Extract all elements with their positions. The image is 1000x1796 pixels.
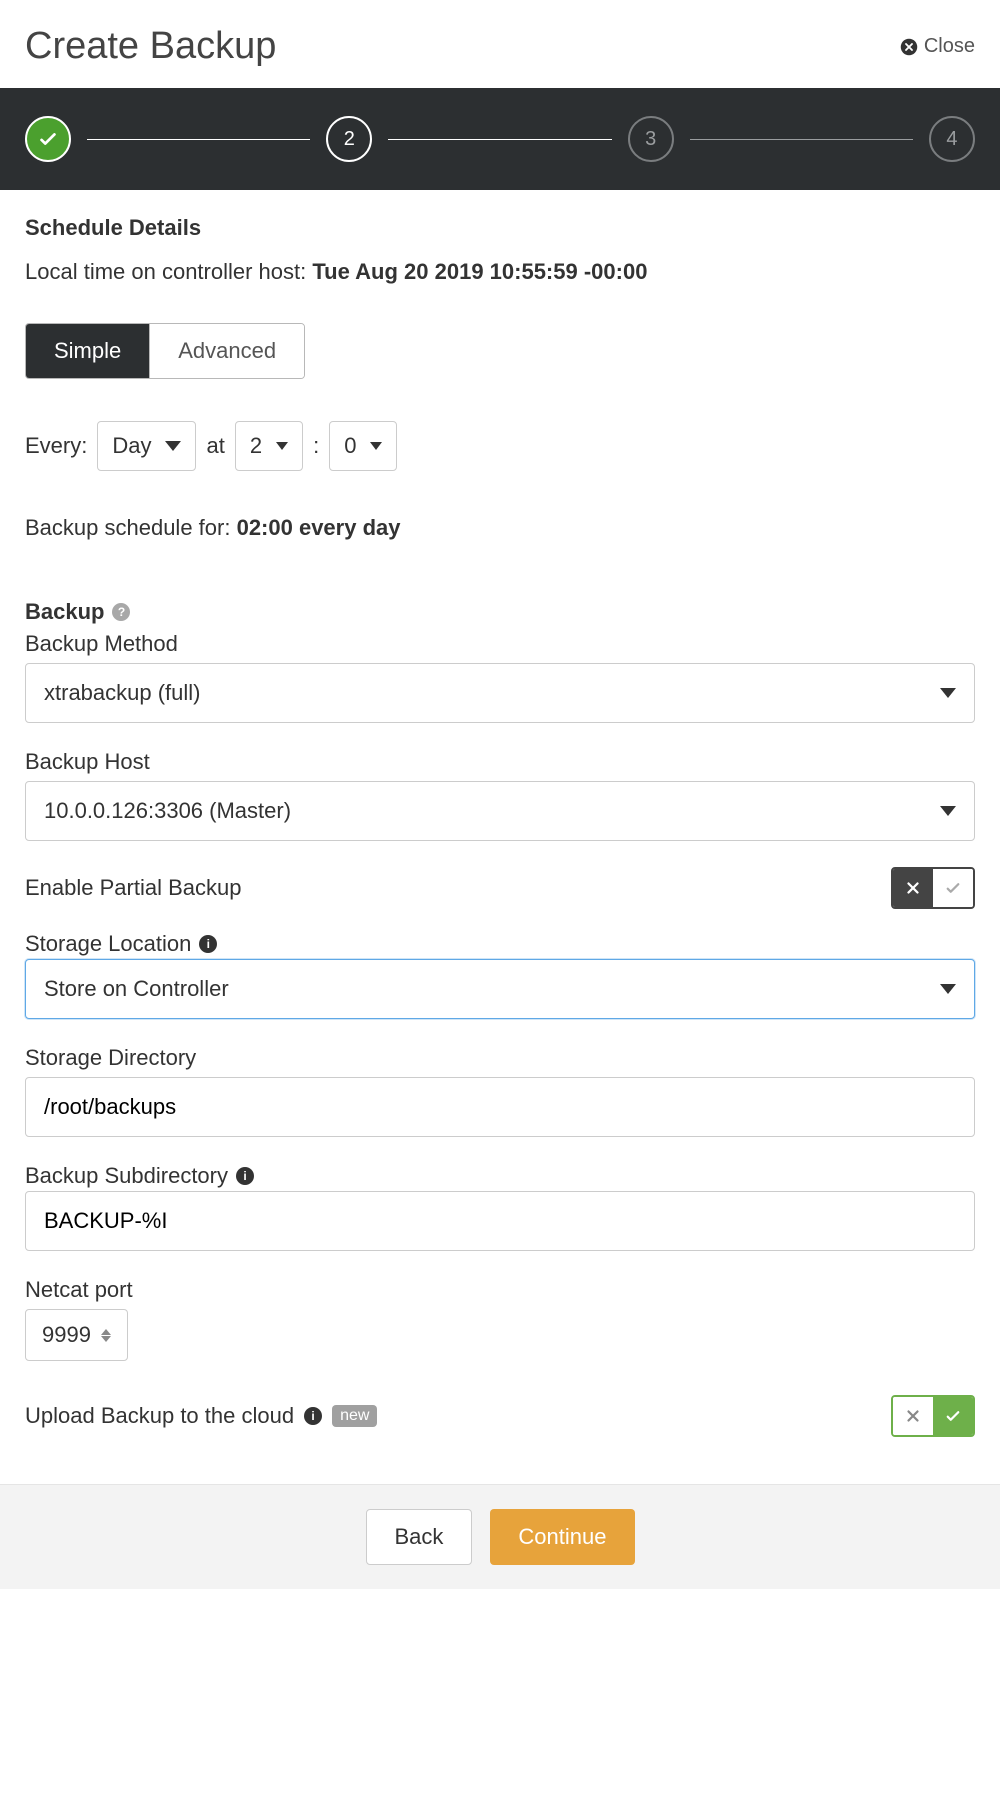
netcat-port-input[interactable]: 9999 (25, 1309, 128, 1361)
back-button[interactable]: Back (366, 1509, 473, 1565)
check-icon (944, 879, 962, 897)
field-backup-subdirectory: Backup Subdirectory i (25, 1163, 975, 1251)
backup-subdirectory-input[interactable] (25, 1191, 975, 1251)
info-icon[interactable]: i (304, 1407, 322, 1425)
backup-method-select[interactable]: xtrabackup (full) (25, 663, 975, 723)
step-line (87, 139, 310, 140)
field-backup-method: Backup Method xtrabackup (full) (25, 631, 975, 723)
backup-host-label: Backup Host (25, 749, 975, 775)
backup-method-value: xtrabackup (full) (44, 680, 201, 706)
chevron-down-icon (370, 442, 382, 450)
hour-value: 2 (250, 433, 262, 459)
step-3[interactable]: 3 (628, 116, 674, 162)
footer: Back Continue (0, 1484, 1000, 1589)
info-icon[interactable]: i (199, 935, 217, 953)
storage-location-select[interactable]: Store on Controller (25, 959, 975, 1019)
hour-select[interactable]: 2 (235, 421, 303, 471)
help-icon[interactable]: ? (112, 603, 130, 621)
chevron-down-icon (101, 1336, 111, 1342)
step-4[interactable]: 4 (929, 116, 975, 162)
section-title-schedule: Schedule Details (25, 215, 975, 241)
localtime-label: Local time on controller host: (25, 259, 312, 284)
chevron-down-icon (276, 442, 288, 450)
tab-simple[interactable]: Simple (26, 324, 149, 378)
toggle-off[interactable] (893, 869, 933, 907)
chevron-down-icon (940, 806, 956, 816)
upload-cloud-row: Upload Backup to the cloud i new (25, 1395, 975, 1437)
upload-cloud-toggle[interactable] (891, 1395, 975, 1437)
toggle-on[interactable] (933, 869, 973, 907)
content: Schedule Details Local time on controlle… (0, 190, 1000, 1484)
schedule-row: Every: Day at 2 : 0 (25, 421, 975, 471)
schedule-summary-label: Backup schedule for: (25, 515, 237, 540)
backup-subhead: Backup ? (25, 599, 975, 625)
continue-button[interactable]: Continue (490, 1509, 634, 1565)
at-label: at (206, 433, 224, 459)
field-storage-location: Storage Location i Store on Controller (25, 931, 975, 1019)
field-netcat-port: Netcat port 9999 (25, 1277, 975, 1361)
close-label: Close (924, 35, 975, 58)
partial-backup-label: Enable Partial Backup (25, 875, 241, 901)
backup-host-select[interactable]: 10.0.0.126:3306 (Master) (25, 781, 975, 841)
upload-cloud-label: Upload Backup to the cloud (25, 1403, 294, 1429)
backup-title: Backup (25, 599, 104, 625)
field-storage-directory: Storage Directory (25, 1045, 975, 1137)
page-title: Create Backup (25, 25, 276, 68)
localtime: Local time on controller host: Tue Aug 2… (25, 259, 975, 285)
wizard-stepper: 2 3 4 (0, 88, 1000, 190)
minute-select[interactable]: 0 (329, 421, 397, 471)
schedule-summary: Backup schedule for: 02:00 every day (25, 515, 975, 541)
close-button[interactable]: Close (900, 35, 975, 58)
backup-host-value: 10.0.0.126:3306 (Master) (44, 798, 291, 824)
storage-location-value: Store on Controller (44, 976, 229, 1002)
every-select[interactable]: Day (97, 421, 196, 471)
x-icon (904, 879, 922, 897)
backup-method-label: Backup Method (25, 631, 975, 657)
step-1[interactable] (25, 116, 71, 162)
schedule-summary-value: 02:00 every day (237, 515, 401, 540)
toggle-on[interactable] (933, 1397, 973, 1435)
partial-backup-toggle[interactable] (891, 867, 975, 909)
localtime-value: Tue Aug 20 2019 10:55:59 -00:00 (312, 259, 647, 284)
storage-directory-label: Storage Directory (25, 1045, 975, 1071)
step-line (690, 139, 913, 140)
field-backup-host: Backup Host 10.0.0.126:3306 (Master) (25, 749, 975, 841)
storage-directory-input[interactable] (25, 1077, 975, 1137)
netcat-port-label: Netcat port (25, 1277, 975, 1303)
backup-subdirectory-label: Backup Subdirectory (25, 1163, 228, 1189)
chevron-down-icon (940, 984, 956, 994)
chevron-up-icon (101, 1329, 111, 1335)
every-label: Every: (25, 433, 87, 459)
chevron-down-icon (940, 688, 956, 698)
chevron-down-icon (165, 441, 181, 451)
partial-backup-row: Enable Partial Backup (25, 867, 975, 909)
stepper-arrows[interactable] (101, 1329, 111, 1342)
step-line (388, 139, 611, 140)
netcat-port-value: 9999 (42, 1322, 91, 1348)
toggle-off[interactable] (893, 1397, 933, 1435)
schedule-mode-tabs: Simple Advanced (25, 323, 305, 379)
step-2[interactable]: 2 (326, 116, 372, 162)
info-icon[interactable]: i (236, 1167, 254, 1185)
x-icon (904, 1407, 922, 1425)
every-value: Day (112, 433, 151, 459)
colon: : (313, 433, 319, 459)
tab-advanced[interactable]: Advanced (149, 324, 304, 378)
check-icon (944, 1407, 962, 1425)
modal-header: Create Backup Close (0, 0, 1000, 88)
close-icon (900, 38, 918, 56)
storage-location-label: Storage Location (25, 931, 191, 957)
new-badge: new (332, 1405, 377, 1427)
minute-value: 0 (344, 433, 356, 459)
check-icon (37, 128, 59, 150)
